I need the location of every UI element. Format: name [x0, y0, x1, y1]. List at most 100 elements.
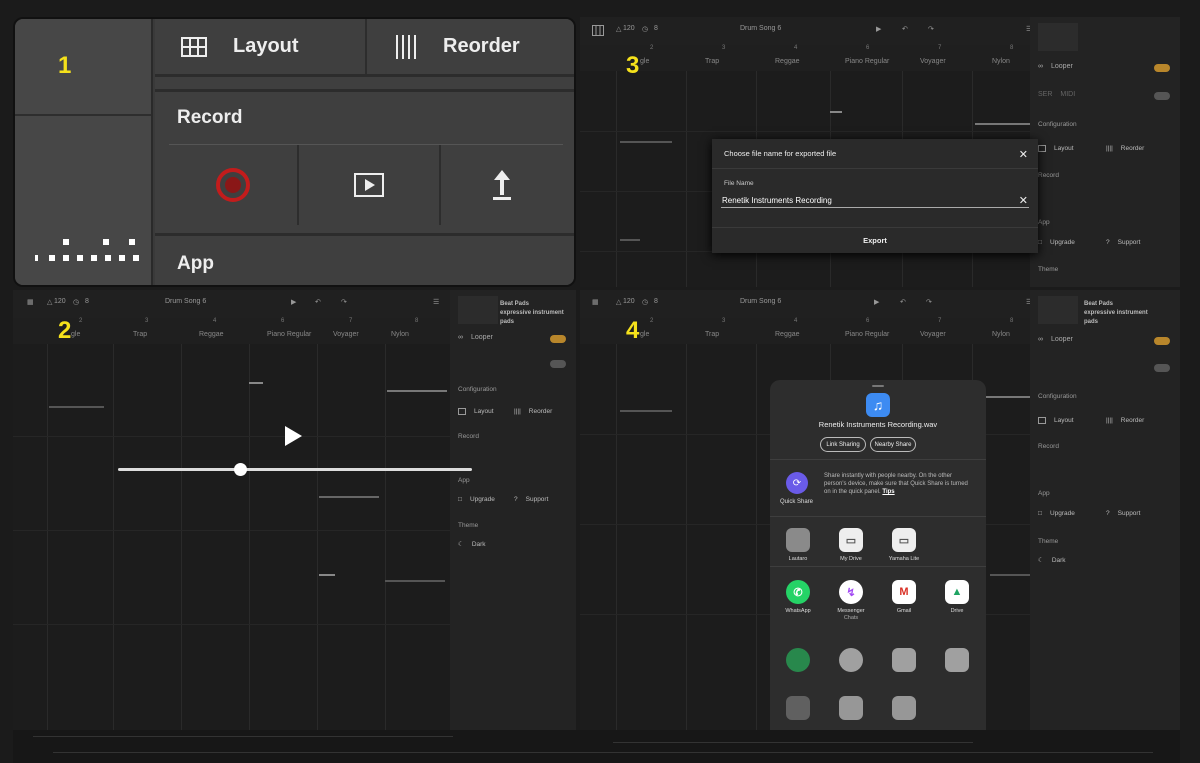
- reorder-button[interactable]: |||| Reorder: [1106, 417, 1144, 424]
- theme-dark-button[interactable]: ☾ Dark: [458, 540, 486, 549]
- configuration-section[interactable]: Configuration: [1038, 393, 1077, 400]
- looper-toggle[interactable]: [550, 335, 566, 343]
- preset-item[interactable]: Piano Regular: [267, 331, 311, 338]
- grid-icon[interactable]: [592, 25, 604, 36]
- bpm-value[interactable]: 120: [623, 25, 635, 32]
- preset-item[interactable]: Trap: [705, 58, 719, 65]
- timer-icon[interactable]: ◷: [642, 298, 648, 306]
- preset-item[interactable]: Piano Regular: [845, 58, 889, 65]
- file-name-input[interactable]: [721, 194, 1029, 208]
- midi-toggle[interactable]: [1154, 364, 1170, 372]
- share-app-gmail[interactable]: M Gmail: [879, 580, 929, 615]
- layout-button[interactable]: Layout: [458, 408, 494, 415]
- play-icon[interactable]: ▶: [291, 298, 296, 306]
- preset-item[interactable]: Reggae: [199, 331, 224, 338]
- quick-share-icon[interactable]: ⟳: [786, 472, 808, 494]
- upgrade-button[interactable]: □ Upgrade: [458, 496, 495, 503]
- play-recording-button[interactable]: [299, 145, 439, 225]
- share-app-drive[interactable]: ▲ Drive: [932, 580, 982, 615]
- reorder-button[interactable]: |||| Reorder: [514, 408, 552, 415]
- reorder-button[interactable]: |||| Reorder: [1106, 145, 1144, 152]
- playback-progress-track[interactable]: [118, 468, 472, 471]
- target-label: Yamaha Lite: [888, 556, 920, 562]
- help-icon: ?: [1106, 239, 1110, 246]
- share-target-yamaha-lite[interactable]: ▭ Yamaha Lite: [879, 528, 929, 563]
- song-selector[interactable]: Drum Song 6: [740, 25, 781, 32]
- bpm-value[interactable]: 120: [54, 298, 66, 305]
- preset-item[interactable]: gle: [640, 58, 649, 65]
- menu-icon[interactable]: ☰: [433, 298, 439, 306]
- midi-toggle[interactable]: [550, 360, 566, 368]
- song-selector[interactable]: Drum Song 6: [740, 298, 781, 305]
- nearby-share-chip[interactable]: Nearby Share: [870, 437, 916, 452]
- record-button[interactable]: [169, 145, 297, 225]
- preset-item[interactable]: gle: [640, 331, 649, 338]
- bpm-value[interactable]: 120: [623, 298, 635, 305]
- timer-value[interactable]: 8: [654, 25, 658, 32]
- support-button[interactable]: ? Support: [1106, 239, 1140, 246]
- timer-value[interactable]: 8: [654, 298, 658, 305]
- layout-button[interactable]: Layout: [181, 19, 299, 74]
- song-selector[interactable]: Drum Song 6: [165, 298, 206, 305]
- preset-item[interactable]: Nylon: [391, 331, 409, 338]
- undo-icon[interactable]: ↶: [902, 25, 908, 33]
- grid-icon[interactable]: ▦: [27, 298, 34, 306]
- preset-item[interactable]: Reggae: [775, 331, 800, 338]
- metronome-icon[interactable]: △: [47, 298, 52, 306]
- sequencer-grid[interactable]: [13, 344, 450, 730]
- looper-toggle[interactable]: [1154, 337, 1170, 345]
- clear-input-icon[interactable]: ✕: [1019, 194, 1028, 207]
- link-sharing-chip[interactable]: Link Sharing: [820, 437, 866, 452]
- preset-item[interactable]: Reggae: [775, 58, 800, 65]
- redo-icon[interactable]: ↷: [928, 25, 934, 33]
- timer-value[interactable]: 8: [85, 298, 89, 305]
- playback-scrubber-handle[interactable]: [234, 463, 247, 476]
- share-app-whatsapp[interactable]: ✆ WhatsApp: [773, 580, 823, 615]
- grid-icon[interactable]: ▦: [592, 298, 599, 306]
- layout-button[interactable]: Layout: [1038, 145, 1074, 152]
- share-contact-lautaro[interactable]: Lautaro: [773, 528, 823, 563]
- close-icon[interactable]: ✕: [1019, 148, 1028, 161]
- looper-toggle[interactable]: [1154, 64, 1170, 72]
- undo-icon[interactable]: ↶: [900, 298, 906, 306]
- midi-row[interactable]: SER MIDI: [1038, 91, 1172, 98]
- timer-icon[interactable]: ◷: [73, 298, 79, 306]
- upgrade-button[interactable]: □ Upgrade: [1038, 510, 1075, 517]
- reorder-button[interactable]: Reorder: [395, 19, 520, 74]
- tips-link[interactable]: Tips: [882, 489, 894, 495]
- preset-item[interactable]: Trap: [705, 331, 719, 338]
- layout-button[interactable]: Layout: [1038, 417, 1074, 424]
- play-icon[interactable]: ▶: [876, 25, 881, 33]
- share-target-my-drive[interactable]: ▭ My Drive: [826, 528, 876, 563]
- metronome-icon[interactable]: △: [616, 298, 621, 306]
- share-app-messenger[interactable]: ↯ Messenger Chats: [826, 580, 876, 622]
- export-button[interactable]: Export: [712, 227, 1038, 253]
- redo-icon[interactable]: ↷: [926, 298, 932, 306]
- preset-item[interactable]: Nylon: [992, 58, 1010, 65]
- preset-item[interactable]: Trap: [133, 331, 147, 338]
- sheet-handle[interactable]: [872, 385, 884, 387]
- looper-row[interactable]: ∞ Looper: [1038, 336, 1172, 343]
- export-button[interactable]: [441, 145, 563, 225]
- support-button[interactable]: ? Support: [514, 496, 548, 503]
- upgrade-button[interactable]: □ Upgrade: [1038, 239, 1075, 246]
- configuration-section[interactable]: Configuration: [458, 386, 497, 393]
- play-icon[interactable]: [285, 426, 302, 446]
- reorder-bars-icon: ||||: [1106, 417, 1113, 424]
- timer-icon[interactable]: ◷: [642, 25, 648, 33]
- metronome-icon[interactable]: △: [616, 25, 621, 33]
- preset-item[interactable]: Voyager: [333, 331, 359, 338]
- looper-row[interactable]: ∞ Looper: [1038, 63, 1172, 70]
- theme-dark-button[interactable]: ☾ Dark: [1038, 556, 1066, 565]
- preset-item[interactable]: Voyager: [920, 331, 946, 338]
- support-button[interactable]: ? Support: [1106, 510, 1140, 517]
- configuration-section[interactable]: Configuration: [1038, 121, 1077, 128]
- play-icon[interactable]: ▶: [874, 298, 879, 306]
- undo-icon[interactable]: ↶: [315, 298, 321, 306]
- preset-item[interactable]: Voyager: [920, 58, 946, 65]
- preset-item[interactable]: Piano Regular: [845, 331, 889, 338]
- redo-icon[interactable]: ↷: [341, 298, 347, 306]
- preset-item[interactable]: Nylon: [992, 331, 1010, 338]
- preset-item[interactable]: gle: [71, 331, 80, 338]
- midi-toggle[interactable]: [1154, 92, 1170, 100]
